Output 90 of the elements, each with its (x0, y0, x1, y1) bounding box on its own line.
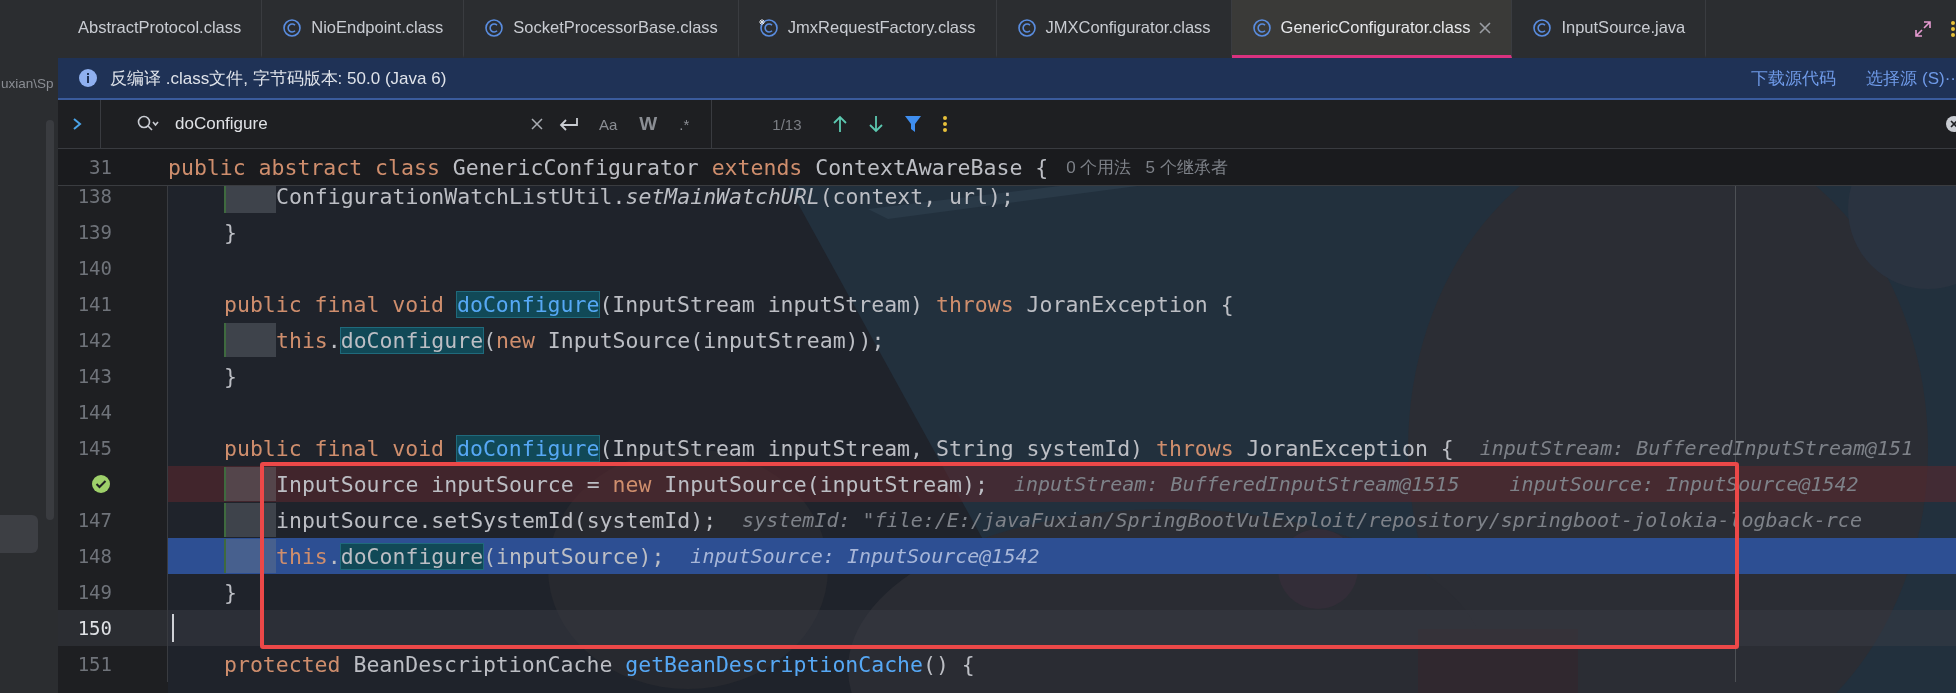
indent-marker (224, 323, 276, 357)
search-field[interactable]: doConfigure (175, 114, 415, 134)
line-number: 143 (76, 365, 112, 387)
class-icon (282, 17, 303, 38)
line-number: 151 (76, 653, 112, 675)
code-text: } (224, 363, 237, 389)
code-text: ConfigurationWatchListUtil. (276, 183, 626, 209)
arrow-up-icon[interactable] (831, 115, 848, 133)
check-circle-icon[interactable] (91, 474, 111, 494)
search-option-toggle[interactable]: .* (673, 115, 696, 133)
class-icon (1251, 17, 1272, 38)
line-number: 150 (76, 617, 112, 639)
code-text: ( (483, 327, 497, 353)
indent-marker (224, 539, 276, 573)
keyword: throws (1156, 435, 1235, 461)
editor-tab[interactable]: GenericConfigurator.class (1231, 0, 1513, 58)
code-text: JoranException { (1026, 291, 1234, 317)
class-icon (1016, 17, 1037, 38)
line-number: 140 (76, 257, 112, 279)
code-text: } (224, 219, 237, 245)
debug-value-hint: inputStream: BufferedInputStream@1515 (1013, 472, 1460, 496)
path-text: uxian\Sp (1, 76, 55, 91)
class-icon (484, 17, 505, 38)
line-number: 138 (76, 185, 112, 207)
line-number: 31 (88, 156, 112, 178)
code-text: InputSource inputSource = (276, 471, 601, 497)
more-icon[interactable] (941, 115, 948, 133)
clear-icon[interactable] (531, 118, 543, 130)
method-call: setMainWatchURL (625, 183, 820, 209)
keyword: public final void (224, 435, 446, 461)
code-text: JoranException { (1246, 435, 1454, 461)
keyword: new (612, 471, 653, 497)
line-number: 147 (76, 509, 112, 531)
filter-icon[interactable] (903, 115, 922, 133)
line-number: 145 (76, 437, 112, 459)
code-text: } (224, 579, 237, 605)
keyword: extends (711, 154, 804, 180)
code-text: . (327, 543, 341, 569)
code-text: (InputStream inputStream, String systemId) (599, 435, 1145, 461)
usage-hint: 0 个用法 (1066, 156, 1132, 179)
match-count: 1/13 (772, 115, 802, 133)
text-caret (172, 614, 174, 642)
code-text: ContextAwareBase { (815, 154, 1049, 180)
search-option-toggle[interactable]: W (633, 113, 664, 135)
class-icon (1532, 17, 1553, 38)
chevron-right-icon[interactable] (72, 117, 82, 131)
method-name: getBeanDescriptionCache (625, 651, 923, 677)
keyword: new (496, 327, 536, 353)
search-option-toggle[interactable]: Aa (593, 115, 624, 133)
line-number: 149 (76, 581, 112, 603)
search-match: doConfigure (457, 435, 600, 461)
more-icon[interactable] (1950, 19, 1956, 39)
keyword: this (276, 327, 328, 353)
code-text: (InputStream inputStream) (599, 291, 924, 317)
code-text: (context, url); (819, 183, 1014, 209)
line-number: 142 (76, 329, 112, 351)
indent-marker (224, 467, 276, 501)
info-link[interactable]: 选择源 (S)·· (1866, 66, 1956, 90)
keyword: public abstract class (168, 154, 441, 180)
search-match: doConfigure (457, 291, 600, 317)
search-icon[interactable] (137, 115, 159, 133)
info-message: 反编译 .class文件, 字节码版本: 50.0 (Java 6) (110, 67, 447, 90)
keyword: this (276, 543, 328, 569)
maximize-icon[interactable] (1914, 20, 1932, 38)
line-number: 139 (76, 221, 112, 243)
keyword: public final void (224, 291, 446, 317)
code-text: inputSource.setSystemId(systemId); (276, 507, 717, 533)
usage-hint: 5 个继承者 (1145, 156, 1228, 179)
debug-value-hint: inputSource: InputSource@1542 (690, 544, 1040, 568)
indent-marker (224, 503, 276, 537)
code-text: . (327, 327, 341, 353)
search-match: doConfigure (340, 327, 484, 353)
code-text: InputSource(inputStream); (664, 471, 988, 497)
code-text: GenericConfigurator (452, 154, 700, 180)
info-link[interactable]: 下载源代码 (1751, 66, 1837, 90)
code-text: () { (923, 651, 975, 677)
keyword: protected (224, 651, 342, 677)
code-text: (inputSource); (483, 543, 665, 569)
line-number: 141 (76, 293, 112, 315)
line-number: 144 (76, 401, 112, 423)
info-icon (78, 68, 98, 88)
arrow-down-icon[interactable] (867, 115, 884, 133)
code-text: BeanDescriptionCache (353, 651, 614, 677)
enter-icon[interactable] (559, 117, 579, 131)
line-number: 148 (76, 545, 112, 567)
debug-value-hint: inputStream: BufferedInputStream@151 (1479, 436, 1914, 460)
search-match: doConfigure (340, 543, 484, 569)
code-text: InputSource(inputStream)); (547, 327, 885, 353)
close-icon[interactable] (1479, 21, 1492, 34)
keyword: throws (935, 291, 1015, 317)
